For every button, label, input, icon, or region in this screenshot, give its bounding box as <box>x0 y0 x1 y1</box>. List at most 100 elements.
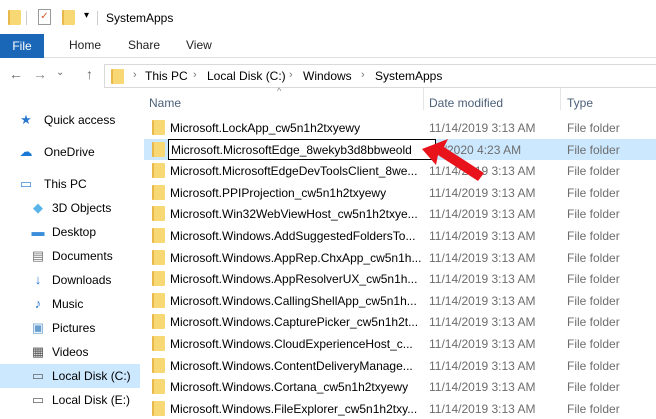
sidebar-item-desktop[interactable]: ▬ Desktop <box>0 220 140 244</box>
sidebar-item-pictures[interactable]: ▣ Pictures <box>0 316 140 340</box>
back-button[interactable]: ← <box>9 66 23 82</box>
file-date: 11/14/2019 3:13 AM <box>429 229 536 243</box>
recent-locations-button[interactable]: ⌄ <box>56 67 64 78</box>
forward-button[interactable]: → <box>33 66 47 82</box>
file-row[interactable]: 11/14/2019 3:13 AM File folder Microsoft.W… <box>144 311 656 332</box>
folder-icon <box>152 357 165 373</box>
sidebar-item-label: Local Disk (C:) <box>52 369 131 383</box>
navigation-bar: ← → ⌄ ↑ › This PC › Local Disk (C:) › Wi… <box>0 62 656 88</box>
breadcrumb-systemapps[interactable]: SystemApps <box>375 69 442 83</box>
file-row[interactable]: 6/2020 4:23 AM File folder Microsoft.Micro… <box>144 138 656 160</box>
folder-icon <box>152 206 165 222</box>
file-type: File folder <box>567 207 620 222</box>
cloud-icon: ☁ <box>19 144 33 159</box>
sidebar-item-label: Quick access <box>44 113 116 127</box>
file-date: 11/14/2019 3:13 AM <box>429 121 536 135</box>
file-type: File folder <box>567 293 620 308</box>
file-date: 11/14/2019 3:13 AM <box>429 358 536 373</box>
file-type: File folder <box>567 272 620 287</box>
file-name: Microsoft.Windows.AppRep.ChxApp_cw5n1h..… <box>170 250 422 265</box>
column-header-name[interactable]: Name <box>149 96 181 110</box>
file-date: 11/14/2019 3:13 AM <box>429 337 536 351</box>
file-row[interactable]: 11/14/2019 3:13 AM File folder Microsoft.W… <box>144 225 656 246</box>
file-name: Microsoft.Win32WebViewHost_cw5n1h2txye..… <box>170 207 418 222</box>
file-row[interactable]: 11/14/2019 3:13 AM File folder Microsoft.W… <box>144 355 656 376</box>
document-icon: ▤ <box>31 248 45 263</box>
sidebar-item-documents[interactable]: ▤ Documents <box>0 244 140 268</box>
file-date: 11/14/2019 3:13 AM <box>429 401 536 416</box>
folder-icon <box>152 314 165 330</box>
file-row[interactable]: 11/14/2019 3:13 AM File folder Microsoft.W… <box>144 290 656 311</box>
file-name: Microsoft.Windows.AddSuggestedFoldersTo.… <box>170 229 416 243</box>
file-row[interactable]: 11/14/2019 3:13 AM File folder Microsoft.W… <box>144 398 656 419</box>
sidebar-item-label: OneDrive <box>44 145 95 159</box>
sidebar-item-downloads[interactable]: ↓ Downloads <box>0 268 140 292</box>
file-name: Microsoft.Windows.FileExplorer_cw5n1h2tx… <box>170 401 418 416</box>
sidebar-item-onedrive[interactable]: ☁ OneDrive <box>0 140 140 164</box>
sidebar-item-music[interactable]: ♪ Music <box>0 292 140 316</box>
rename-input[interactable]: Microsoft.MicrosoftEdge_8wekyb3d8bbweold <box>168 138 436 160</box>
sidebar-item-this-pc[interactable]: ▭ This PC <box>0 172 140 196</box>
folder-icon <box>152 141 165 157</box>
folder-icon <box>152 228 165 243</box>
folder-icon <box>152 249 165 265</box>
file-row[interactable]: 11/14/2019 3:13 AM File folder Microsoft.P… <box>144 182 656 203</box>
address-bar[interactable]: › This PC › Local Disk (C:) › Windows › … <box>104 64 656 88</box>
file-name: Microsoft.Windows.CallingShellApp_cw5n1h… <box>170 293 417 308</box>
tab-file[interactable]: File <box>0 34 44 58</box>
breadcrumb-this-pc[interactable]: This PC <box>145 69 188 83</box>
file-row[interactable]: 11/14/2019 3:13 AM File folder Microsoft.W… <box>144 333 656 354</box>
file-name: Microsoft.Windows.ContentDeliveryManage.… <box>170 358 413 373</box>
ribbon-tabs: File Home Share View <box>0 34 656 58</box>
tab-home[interactable]: Home <box>69 38 101 52</box>
properties-icon[interactable]: ✓ <box>38 9 51 25</box>
breadcrumb-windows[interactable]: Windows <box>303 69 352 83</box>
column-header-date[interactable]: Date modified <box>429 96 503 110</box>
tab-view[interactable]: View <box>186 38 212 52</box>
column-header-type[interactable]: Type <box>567 96 593 110</box>
file-name: Microsoft.LockApp_cw5n1h2txyewy <box>170 121 361 135</box>
sort-ascending-icon: ^ <box>277 86 282 96</box>
folder-icon <box>8 10 21 25</box>
sidebar-item-label: Local Disk (E:) <box>52 393 131 407</box>
video-icon: ▦ <box>31 344 45 359</box>
file-type: File folder <box>567 337 620 351</box>
sidebar-item-videos[interactable]: ▦ Videos <box>0 340 140 364</box>
file-type: File folder <box>567 250 620 265</box>
computer-icon: ▭ <box>19 176 33 191</box>
file-name: Microsoft.PPIProjection_cw5n1h2txyewy <box>170 185 387 200</box>
sidebar-item-local-disk-e[interactable]: ▭ Local Disk (E:) <box>0 388 140 412</box>
picture-icon: ▣ <box>31 320 45 335</box>
breadcrumb-local-disk[interactable]: Local Disk (C:) <box>207 69 286 83</box>
title-bar: ✓ ▾ SystemApps <box>0 0 656 34</box>
folder-icon <box>152 184 165 200</box>
file-row[interactable]: 11/14/2019 3:13 AM File folder Microsoft.W… <box>144 203 656 224</box>
file-type: File folder <box>567 185 620 200</box>
file-type: File folder <box>567 164 620 179</box>
file-date: 11/14/2019 3:13 AM <box>429 272 536 287</box>
file-row[interactable]: 11/14/2019 3:13 AM File folder Microsoft.W… <box>144 268 656 289</box>
folder-icon <box>152 120 165 135</box>
file-date: 11/14/2019 3:13 AM <box>429 315 536 330</box>
breadcrumb-separator: › <box>289 69 293 81</box>
tab-share[interactable]: Share <box>128 38 160 52</box>
sidebar-item-3d-objects[interactable]: ◆ 3D Objects <box>0 196 140 220</box>
music-icon: ♪ <box>34 296 42 311</box>
desktop-icon: ▬ <box>31 224 45 239</box>
file-row[interactable]: 11/14/2019 3:13 AM File folder Microsoft.W… <box>144 376 656 397</box>
file-row[interactable]: 11/14/2019 3:13 AM File folder Microsoft.M… <box>144 160 656 181</box>
sidebar-item-quick-access[interactable]: ★ Quick access <box>0 108 140 132</box>
window-title: SystemApps <box>106 11 174 25</box>
up-button[interactable]: ↑ <box>86 66 93 82</box>
sidebar-item-label: Pictures <box>52 321 96 335</box>
file-row[interactable]: 11/14/2019 3:13 AM File folder Microsoft.L… <box>144 117 656 138</box>
breadcrumb-separator: › <box>133 69 137 81</box>
file-row[interactable]: 11/14/2019 3:13 AM File folder Microsoft.W… <box>144 247 656 268</box>
customize-quick-access-icon[interactable]: ▾ <box>84 10 89 21</box>
file-date: 11/14/2019 3:13 AM <box>429 380 536 395</box>
sidebar-item-label: Documents <box>52 249 113 263</box>
new-folder-icon[interactable] <box>62 10 75 25</box>
folder-icon <box>111 69 124 84</box>
drive-icon: ▭ <box>31 392 45 407</box>
sidebar-item-local-disk-c[interactable]: ▭ Local Disk (C:) <box>0 364 140 388</box>
